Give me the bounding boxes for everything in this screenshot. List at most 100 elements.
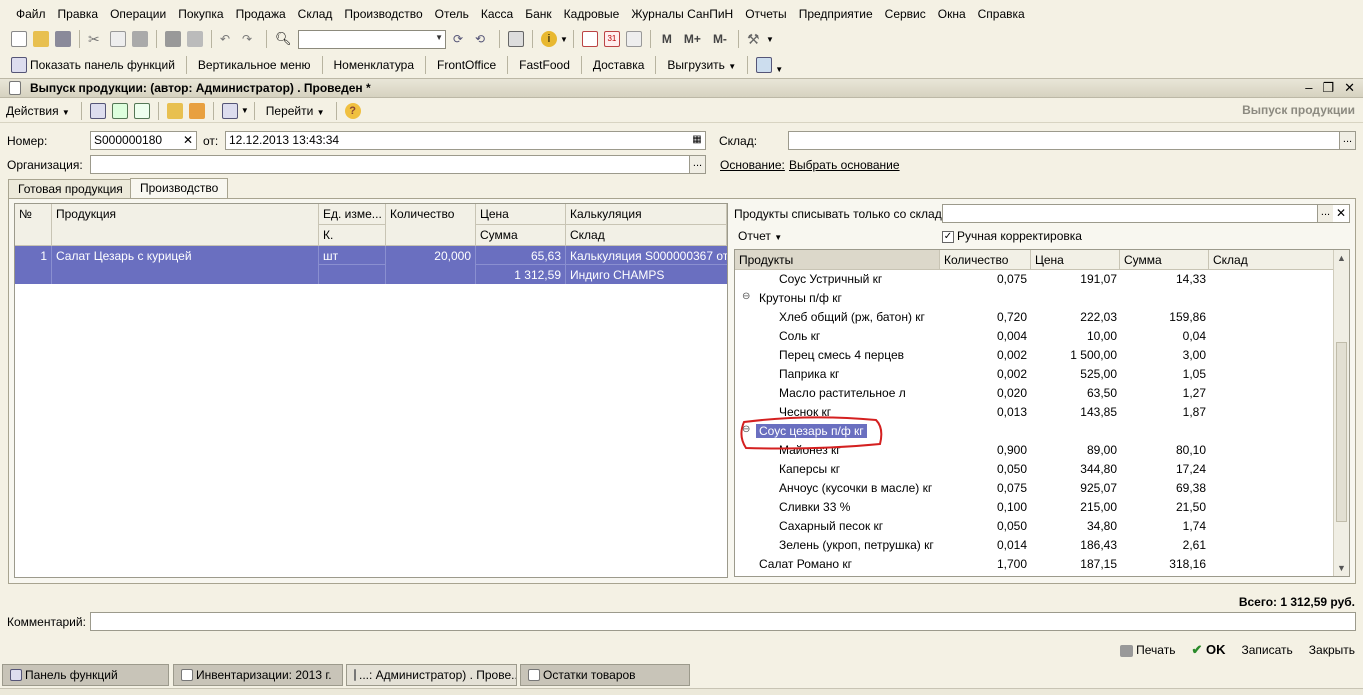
column-header-calculation[interactable]: Калькуляция: [566, 204, 727, 225]
actions-menu[interactable]: Действия ▼: [6, 104, 76, 118]
menu-item[interactable]: Операции: [104, 7, 172, 21]
collapse-icon[interactable]: ⊖: [742, 291, 750, 302]
column-header-number[interactable]: №: [15, 204, 52, 246]
refresh-icon[interactable]: [111, 102, 128, 119]
show-panel-button[interactable]: Показать панель функций: [30, 58, 181, 72]
menu-item[interactable]: Производство: [338, 7, 428, 21]
tab-finished-products[interactable]: Готовая продукция: [8, 179, 133, 198]
menu-item[interactable]: Отель: [429, 7, 475, 21]
vertical-menu-button[interactable]: Вертикальное меню: [192, 58, 317, 72]
find-prev-icon[interactable]: ⟲: [475, 31, 491, 47]
memory-button[interactable]: M: [656, 32, 678, 46]
menu-item[interactable]: Справка: [972, 7, 1031, 21]
manual-correction-checkbox[interactable]: ✓ Ручная корректировка: [942, 229, 1082, 243]
column-header-quantity[interactable]: Количество: [386, 204, 476, 246]
clear-icon[interactable]: ✕: [180, 132, 196, 149]
tree-row[interactable]: Анчоус (кусочки в масле) кг 0,075 925,07 69…: [735, 479, 1332, 498]
nomenclature-button[interactable]: Номенклатура: [328, 58, 421, 72]
help-icon[interactable]: ?: [344, 102, 361, 119]
select-button[interactable]: ...: [1339, 132, 1355, 149]
number-field[interactable]: S000000180 ✕: [90, 131, 197, 150]
chevron-down-icon[interactable]: ▼: [560, 35, 568, 44]
copy-doc-icon[interactable]: [133, 102, 150, 119]
scroll-down-icon[interactable]: ▼: [1337, 563, 1346, 573]
column-header-sum[interactable]: Сумма: [476, 225, 566, 246]
find-next-icon[interactable]: ⟳: [453, 31, 469, 47]
tab-production[interactable]: Производство: [130, 178, 229, 199]
taskbar-item-inventory[interactable]: Инвентаризации: 2013 г.: [173, 664, 343, 686]
delivery-button[interactable]: Доставка: [587, 58, 651, 72]
menu-item[interactable]: Банк: [519, 7, 557, 21]
menu-item[interactable]: Продажа: [230, 7, 292, 21]
menu-item[interactable]: Склад: [292, 7, 339, 21]
tree-row[interactable]: Зелень (укроп, петрушка) кг 0,014 186,43 2,…: [735, 536, 1332, 555]
frontoffice-button[interactable]: FrontOffice: [431, 58, 502, 72]
scroll-up-icon[interactable]: ▲: [1337, 253, 1346, 263]
ok-button[interactable]: ✔ OK: [1191, 642, 1225, 658]
copy-icon[interactable]: [110, 31, 126, 47]
close-button[interactable]: Закрыть: [1309, 643, 1355, 657]
menu-item[interactable]: Правка: [52, 7, 105, 21]
tree-row[interactable]: Масло растительное л 0,020 63,50 1,27: [735, 384, 1332, 403]
print-form-icon[interactable]: [221, 102, 238, 119]
print-button[interactable]: Печать: [1117, 643, 1175, 657]
table-row[interactable]: 1 Салат Цезарь с курицей шт 20,000 65,63…: [15, 246, 727, 284]
taskbar-item-functions[interactable]: Панель функций: [2, 664, 169, 686]
tree-row[interactable]: Хлеб общий (рж, батон) кг 0,720 222,03 159,…: [735, 308, 1332, 327]
chevron-down-icon[interactable]: ▼: [766, 35, 774, 44]
column-header-unit[interactable]: Ед. изме...: [319, 204, 386, 225]
taskbar-item-stock[interactable]: Остатки товаров: [520, 664, 690, 686]
tools-icon[interactable]: ⚒: [747, 31, 763, 47]
paste-icon[interactable]: [132, 31, 148, 47]
menu-item[interactable]: Покупка: [172, 7, 229, 21]
cut-icon[interactable]: ✂: [88, 31, 104, 47]
fastfood-button[interactable]: FastFood: [513, 58, 576, 72]
column-header-quantity[interactable]: Количество: [940, 250, 1031, 270]
warehouse-field[interactable]: ...: [788, 131, 1356, 150]
menu-item[interactable]: Журналы СанПиН: [625, 7, 739, 21]
tree-row[interactable]: Паприка кг 0,002 525,00 1,05: [735, 365, 1332, 384]
redo-icon[interactable]: ↷: [242, 31, 258, 47]
close-icon[interactable]: ✕: [1344, 80, 1355, 96]
clear-icon[interactable]: ✕: [1333, 205, 1349, 222]
tree-row[interactable]: Сливки 33 % 0,100 215,00 21,50: [735, 498, 1332, 517]
menu-item[interactable]: Файл: [10, 7, 52, 21]
windows-icon[interactable]: [508, 31, 524, 47]
undo-icon[interactable]: ↶: [220, 31, 236, 47]
report-menu[interactable]: Отчет ▼: [738, 229, 782, 243]
column-header-price[interactable]: Цена: [476, 204, 566, 225]
minimize-icon[interactable]: –: [1305, 80, 1312, 96]
memory-minus-button[interactable]: M-: [707, 32, 733, 46]
column-header-store[interactable]: Склад: [1209, 250, 1349, 270]
tree-row[interactable]: Соус Устричный кг 0,075 191,07 14,33: [735, 270, 1332, 289]
select-button[interactable]: ...: [689, 156, 705, 173]
organization-field[interactable]: ...: [90, 155, 706, 174]
export-button[interactable]: Выгрузить ▼: [661, 58, 742, 72]
print-icon[interactable]: [165, 31, 181, 47]
restore-icon[interactable]: ❐: [1322, 80, 1334, 96]
menu-item[interactable]: Отчеты: [739, 7, 792, 21]
info-icon[interactable]: i: [541, 31, 557, 47]
date-field[interactable]: 12.12.2013 13:43:34 ▦: [225, 131, 706, 150]
chevron-down-icon[interactable]: ▼: [775, 65, 783, 74]
menu-item[interactable]: Окна: [932, 7, 972, 21]
calculator-icon[interactable]: [581, 31, 598, 47]
structure-icon[interactable]: [188, 102, 205, 119]
transfer-icon[interactable]: [756, 57, 773, 73]
column-header-product[interactable]: Продукция: [52, 204, 319, 246]
column-header-price[interactable]: Цена: [1031, 250, 1120, 270]
fill-icon[interactable]: [166, 102, 183, 119]
menu-item[interactable]: Касса: [475, 7, 519, 21]
write-off-warehouse-field[interactable]: ... ✕: [942, 204, 1350, 223]
chevron-down-icon[interactable]: ▼: [241, 106, 249, 115]
column-header-store[interactable]: Склад: [566, 225, 727, 246]
post-icon[interactable]: [89, 102, 106, 119]
tree-row[interactable]: Сахарный песок кг 0,050 34,80 1,74: [735, 517, 1332, 536]
tree-row[interactable]: Соль кг 0,004 10,00 0,04: [735, 327, 1332, 346]
print-preview-icon[interactable]: [187, 31, 203, 47]
tree-row[interactable]: Перец смесь 4 перцев 0,002 1 500,00 3,00: [735, 346, 1332, 365]
search-icon[interactable]: 🔍︎: [275, 31, 292, 47]
save-icon[interactable]: [55, 31, 71, 47]
menu-item[interactable]: Кадровые: [558, 7, 626, 21]
save-button[interactable]: Записать: [1242, 643, 1293, 657]
